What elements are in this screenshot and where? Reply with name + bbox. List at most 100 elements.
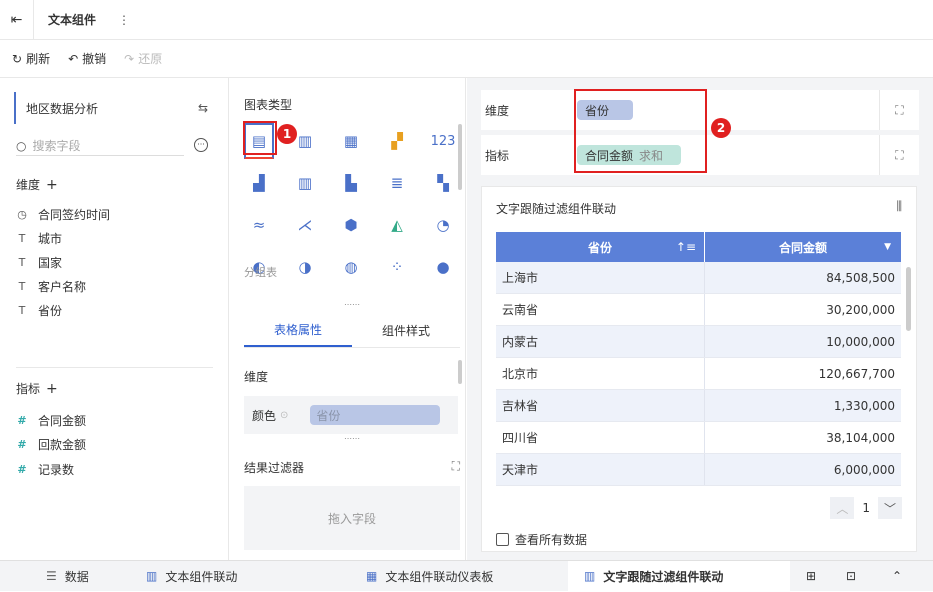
- wave-icon[interactable]: ≈: [244, 207, 274, 243]
- tab-component-style[interactable]: 组件样式: [352, 314, 460, 347]
- column-header-amount[interactable]: 合同金额 ▼: [705, 232, 901, 262]
- measure-section: 指标 +: [16, 380, 58, 397]
- top-bar: ⇤ 文本组件 ⋮: [0, 0, 933, 40]
- table-row[interactable]: 上海市 84,508,500: [496, 262, 901, 294]
- page-title: 文本组件: [48, 13, 97, 27]
- table-row[interactable]: 吉林省 1,330,000: [496, 390, 901, 422]
- measure-field[interactable]: # 记录数: [16, 461, 74, 478]
- sort-icon[interactable]: ↑≡: [676, 240, 696, 254]
- dimension-field[interactable]: T 省份: [16, 302, 62, 319]
- widget-chart-icon[interactable]: ⫼: [896, 199, 902, 214]
- waterfall-icon[interactable]: ▚: [428, 165, 458, 201]
- add-measure-icon[interactable]: +: [46, 381, 58, 397]
- bubble-icon[interactable]: ●: [428, 249, 458, 285]
- highlight-box-1: [243, 121, 277, 155]
- area-chart-icon[interactable]: ◭: [382, 207, 412, 243]
- resize-handle[interactable]: ⋯⋯: [344, 434, 360, 443]
- config-scrollbar[interactable]: [458, 360, 462, 384]
- detail-table-icon[interactable]: ▦: [336, 123, 366, 159]
- result-filter-header: 结果过滤器 ⛶: [244, 459, 460, 476]
- measure-field[interactable]: # 回款金额: [16, 436, 86, 453]
- field-label: 合同签约时间: [38, 208, 111, 222]
- slot-settings-icon[interactable]: ⛶: [879, 90, 919, 130]
- add-dashboard-icon: ⊡: [846, 569, 857, 583]
- dropdown-icon[interactable]: ▼: [884, 242, 891, 252]
- number-type-icon: #: [17, 438, 27, 451]
- chart-grid-scrollbar[interactable]: [458, 124, 462, 190]
- scatter-icon[interactable]: ⁘: [382, 249, 412, 285]
- more-vertical-icon[interactable]: ⋮: [118, 13, 130, 27]
- slot-settings-icon[interactable]: ⛶: [879, 135, 919, 175]
- column-header-province[interactable]: 省份 ↑≡: [496, 232, 705, 262]
- exit-icon[interactable]: ⇤: [0, 0, 34, 40]
- horizontal-bar-icon[interactable]: ≣: [382, 165, 412, 201]
- kpi-grid-icon[interactable]: ▞: [382, 123, 412, 159]
- measure-field[interactable]: # 合同金额: [16, 412, 86, 429]
- gauge-icon[interactable]: ◔: [428, 207, 458, 243]
- bottom-tab-label: 文字跟随过滤组件联动: [603, 569, 724, 584]
- prev-page-button[interactable]: ︿: [830, 497, 855, 519]
- add-dashboard-button[interactable]: ⊡: [830, 561, 870, 592]
- search-input[interactable]: ○ 搜索字段: [16, 136, 184, 156]
- tab-text-follow-filter[interactable]: ▥ 文字跟随过滤组件联动: [568, 560, 790, 592]
- undo-label: 撤销: [82, 52, 107, 66]
- add-component-button[interactable]: ⊞: [790, 561, 830, 592]
- radar-icon[interactable]: ⬢: [336, 207, 366, 243]
- page-number: 1: [862, 501, 870, 515]
- checkbox-icon[interactable]: [496, 533, 509, 546]
- tab-text-component-link[interactable]: ▥ 文本组件联动: [130, 561, 350, 592]
- clock-icon: ◷: [17, 208, 27, 221]
- number-icon[interactable]: 123: [428, 123, 458, 159]
- table-row[interactable]: 四川省 38,104,000: [496, 422, 901, 454]
- cell-province: 上海市: [496, 262, 705, 293]
- measure-slot-label: 指标: [485, 148, 510, 163]
- tab-table-properties[interactable]: 表格属性: [244, 314, 352, 347]
- database-icon: ☰: [46, 569, 57, 583]
- table-row[interactable]: 北京市 120,667,700: [496, 358, 901, 390]
- table-scrollbar[interactable]: [906, 267, 911, 331]
- chart-tab-icon: ▥: [584, 569, 596, 583]
- stacked-bar-icon[interactable]: ▟: [244, 165, 274, 201]
- redo-button[interactable]: ↷ 还原: [124, 50, 162, 67]
- color-field-pill[interactable]: 省份: [310, 405, 441, 425]
- refresh-icon: ↻: [12, 51, 23, 66]
- cell-amount: 1,330,000: [833, 398, 895, 413]
- undo-button[interactable]: ↶ 撤销: [68, 50, 106, 67]
- result-filter-label: 结果过滤器: [244, 461, 305, 475]
- rose-chart-icon[interactable]: ◑: [290, 249, 320, 285]
- globe-map-icon[interactable]: ◍: [336, 249, 366, 285]
- refresh-button[interactable]: ↻ 刷新: [12, 50, 50, 67]
- field-label: 客户名称: [38, 280, 87, 294]
- panel-divider[interactable]: [16, 367, 213, 368]
- switch-dataset-icon[interactable]: ⇆: [198, 101, 208, 115]
- filter-settings-icon[interactable]: ⛶: [452, 459, 460, 476]
- next-page-button[interactable]: ﹀: [878, 497, 902, 519]
- grouped-bar-icon[interactable]: ▥: [290, 165, 320, 201]
- table-row[interactable]: 天津市 6,000,000: [496, 454, 901, 486]
- dimension-field[interactable]: ◷ 合同签约时间: [16, 206, 110, 223]
- table-row[interactable]: 云南省 30,200,000: [496, 294, 901, 326]
- collapse-button[interactable]: ⌃: [870, 561, 920, 592]
- tab-data[interactable]: ☰ 数据: [0, 561, 130, 592]
- resize-handle[interactable]: ⋯⋯: [344, 300, 360, 309]
- line-chart-icon[interactable]: ⋌: [290, 207, 320, 243]
- data-table: 省份 ↑≡ 合同金额 ▼ 上海市 84,508,500 云南省 30,200,000…: [496, 232, 901, 486]
- color-slot: 颜色 ⊙ 省份: [244, 396, 458, 434]
- cell-amount: 6,000,000: [833, 462, 895, 477]
- tab-text-dashboard[interactable]: ▦ 文本组件联动仪表板: [350, 561, 568, 592]
- table-row[interactable]: 内蒙古 10,000,000: [496, 326, 901, 358]
- dimension-field[interactable]: T 客户名称: [16, 278, 86, 295]
- dimension-section: 维度 +: [16, 176, 58, 193]
- filter-drop-zone[interactable]: 拖入字段: [244, 486, 460, 550]
- text-type-icon: T: [18, 304, 26, 317]
- dimension-field[interactable]: T 国家: [16, 254, 62, 271]
- cell-amount: 30,200,000: [826, 302, 895, 317]
- dimension-field[interactable]: T 城市: [16, 230, 62, 247]
- search-placeholder: 搜索字段: [32, 139, 81, 153]
- view-all-checkbox[interactable]: 查看所有数据: [496, 531, 587, 548]
- cell-amount: 120,667,700: [818, 366, 895, 381]
- more-options-icon[interactable]: ···: [194, 138, 208, 152]
- column-chart-icon[interactable]: ▙: [336, 165, 366, 201]
- add-dimension-icon[interactable]: +: [46, 177, 58, 193]
- dataset-selector[interactable]: 地区数据分析 ⇆: [14, 92, 214, 124]
